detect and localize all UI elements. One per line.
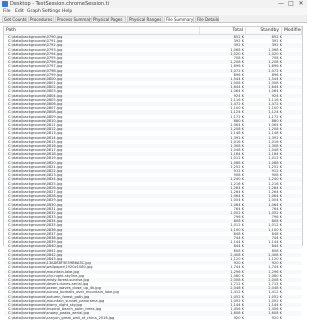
menu-help[interactable]: Help: [62, 8, 72, 15]
cell-total: 920 K: [233, 315, 244, 320]
tab-bar: Get Counts Procedures Process Summary Ph…: [0, 15, 307, 23]
tab-process-summary[interactable]: Process Summary: [55, 16, 93, 22]
tab-file-details[interactable]: File Details: [195, 16, 219, 22]
close-button[interactable]: ✕: [296, 0, 306, 8]
cell-path: C:\data\backgrounds\canyon_great_wall_of…: [8, 315, 115, 320]
tab-physical-ranges[interactable]: Physical Ranges: [127, 16, 163, 22]
file-summary-table: Path Total Standby Modified C:\data\back…: [3, 26, 303, 320]
menu-graph[interactable]: Graph: [27, 8, 41, 15]
menu-edit[interactable]: Edit: [15, 8, 24, 15]
table-body: C:\data\backgrounds\0790.jpg 852 K 852 K C:…: [4, 35, 302, 320]
cell-standby: 920 K: [271, 315, 282, 320]
app-icon: [2, 1, 8, 7]
tab-get-counts[interactable]: Get Counts: [2, 16, 27, 22]
minimize-button[interactable]: —: [276, 0, 286, 8]
title-bar: Desktop - TestSession.chromeSession.ti —…: [0, 0, 307, 8]
column-header-standby[interactable]: Standby: [246, 27, 282, 34]
menu-file[interactable]: File: [3, 8, 11, 15]
tab-procedures[interactable]: Procedures: [28, 16, 54, 22]
tab-file-summary[interactable]: File Summary: [164, 16, 194, 22]
window-title: Desktop - TestSession.chromeSession.ti: [10, 1, 110, 7]
column-header-total[interactable]: Total: [200, 27, 246, 34]
table-header: Path Total Standby Modified: [4, 27, 302, 35]
tab-physical-pages[interactable]: Physical Pages: [91, 16, 126, 22]
maximize-button[interactable]: □: [286, 0, 296, 8]
column-header-path[interactable]: Path: [4, 27, 200, 34]
column-header-modified[interactable]: Modified: [282, 27, 302, 34]
table-row[interactable]: C:\data\backgrounds\canyon_great_wall_of…: [4, 316, 302, 320]
menu-bar: File Edit Graph Settings Help: [0, 8, 307, 15]
menu-settings[interactable]: Settings: [42, 8, 60, 15]
